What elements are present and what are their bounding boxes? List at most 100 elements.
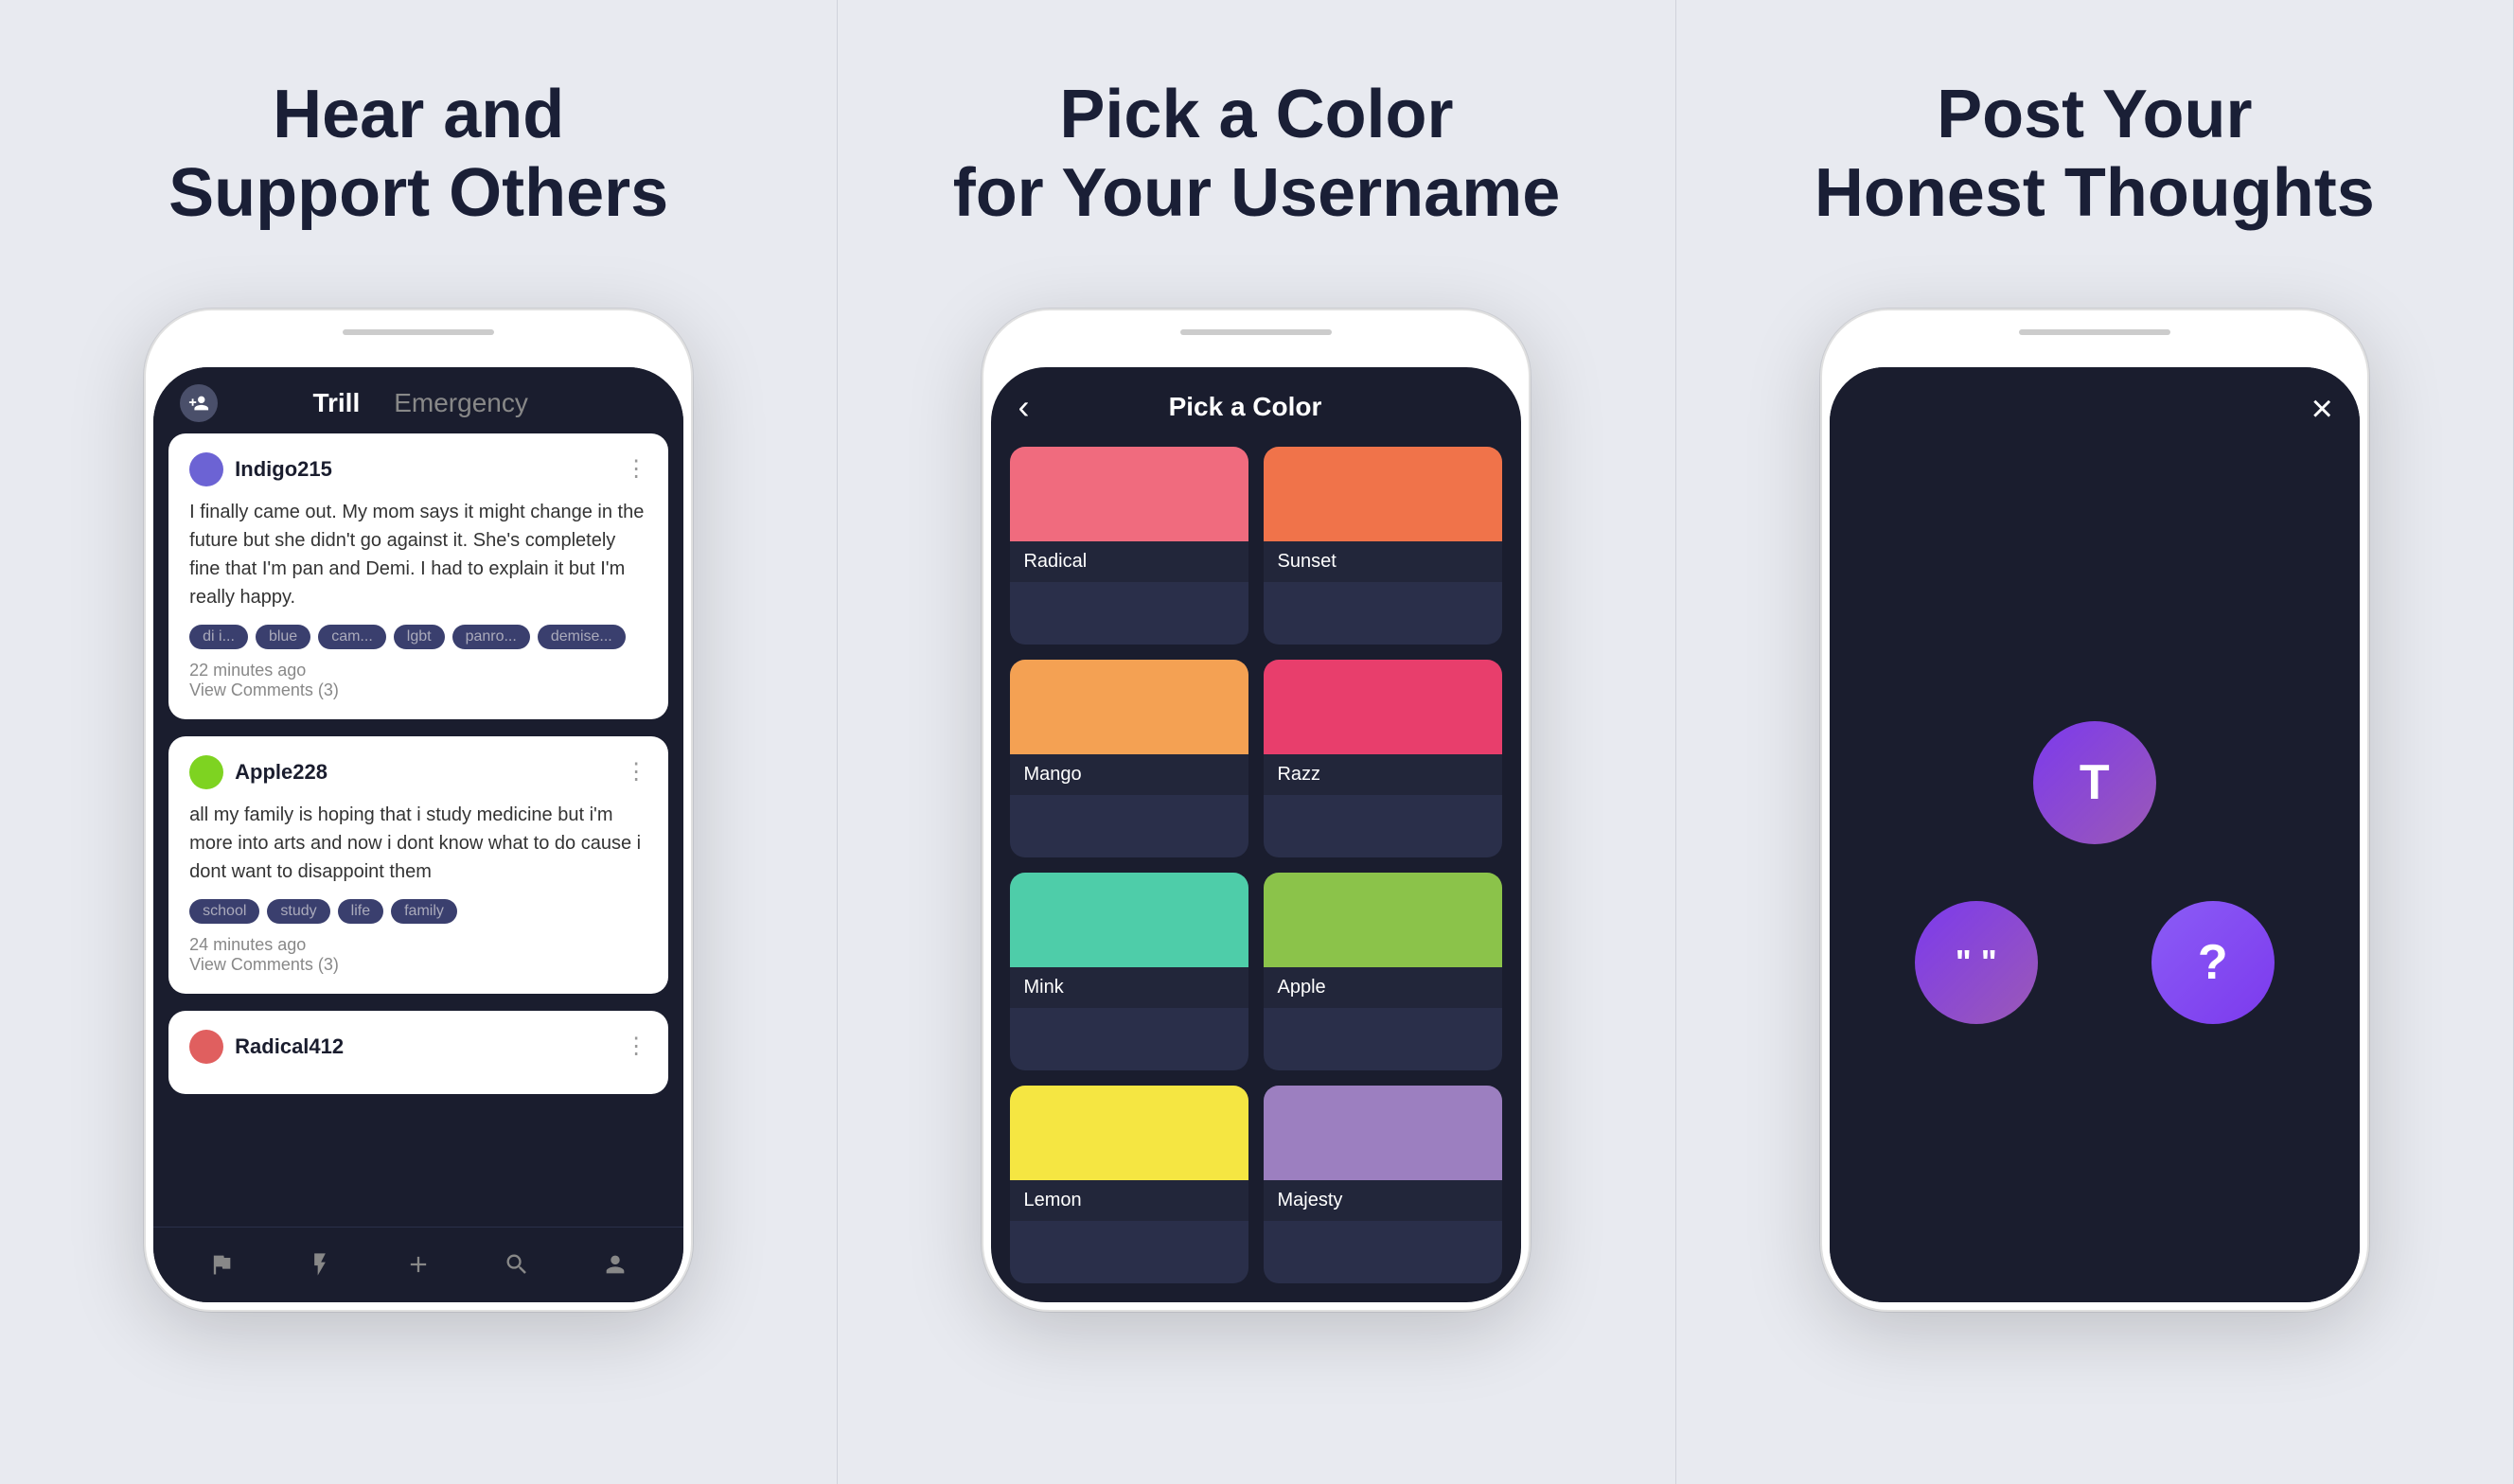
post1-text: I finally came out. My mom says it might… [189,498,647,611]
thought-row-2: " " ? [1915,901,2275,1024]
color-apple[interactable]: Apple [1264,873,1502,1070]
phone-3-screen: × T " " ? [1830,367,2360,1302]
post-feed: Indigo215 ⋮ I finally came out. My mom s… [153,433,683,1170]
thought-row-1: T [2033,721,2156,844]
bubble-question[interactable]: ? [2151,901,2275,1024]
post1-menu[interactable]: ⋮ [625,455,647,483]
tag[interactable]: cam... [318,625,386,649]
panel3-title: Post YourHonest Thoughts [1815,76,2375,233]
majesty-label: Majesty [1264,1180,1502,1221]
post2-tags: school study life family [189,899,647,924]
post1-tags: di i... blue cam... lgbt panro... demise… [189,625,647,649]
user1-dot [189,452,223,486]
user3-name: Radical412 [235,1034,344,1059]
post1-time: 22 minutes ago [189,661,647,680]
bottom-nav [153,1227,683,1302]
tab-trill[interactable]: Trill [312,388,360,418]
bubble-quote[interactable]: " " [1915,901,2038,1024]
thought-area: T " " ? [1830,443,2360,1302]
color-header: ‹ Pick a Color [991,367,1521,439]
tag[interactable]: school [189,899,259,924]
lemon-swatch [1010,1086,1248,1180]
post-card-1: Indigo215 ⋮ I finally came out. My mom s… [168,433,668,719]
tag[interactable]: demise... [538,625,626,649]
color-radical[interactable]: Radical [1010,447,1248,645]
tab-emergency[interactable]: Emergency [394,388,528,418]
majesty-swatch [1264,1086,1502,1180]
user3-dot [189,1030,223,1064]
mango-swatch [1010,660,1248,754]
bubble-t[interactable]: T [2033,721,2156,844]
back-button[interactable]: ‹ [1018,390,1029,424]
tag[interactable]: blue [256,625,310,649]
post3-header: Radical412 ⋮ [189,1030,647,1064]
post2-menu[interactable]: ⋮ [625,758,647,786]
panel-hear-support: Hear andSupport Others Trill Emergency [0,0,838,1484]
radical-swatch [1010,447,1248,541]
user2-name: Apple228 [235,760,328,785]
post2-footer: 24 minutes ago View Comments (3) [189,935,647,975]
post3-user: Radical412 [189,1030,344,1064]
post2-user: Apple228 [189,755,328,789]
color-mango[interactable]: Mango [1010,660,1248,857]
post1-comments[interactable]: View Comments (3) [189,680,647,700]
tag[interactable]: study [267,899,329,924]
nav-bolt-icon[interactable] [303,1247,337,1281]
color-mink[interactable]: Mink [1010,873,1248,1070]
post1-user: Indigo215 [189,452,332,486]
mink-swatch [1010,873,1248,967]
apple-label: Apple [1264,967,1502,1008]
post2-text: all my family is hoping that i study med… [189,801,647,886]
phone-1: Trill Emergency Indigo215 ⋮ I fin [144,309,693,1312]
post2-comments[interactable]: View Comments (3) [189,955,647,975]
tag[interactable]: family [391,899,457,924]
color-lemon[interactable]: Lemon [1010,1086,1248,1283]
post-screen-header: × [1830,367,2360,443]
panel2-title: Pick a Colorfor Your Username [953,76,1561,233]
post3-menu[interactable]: ⋮ [625,1033,647,1060]
color-majesty[interactable]: Majesty [1264,1086,1502,1283]
tag[interactable]: life [338,899,383,924]
user2-dot [189,755,223,789]
color-screen-title: Pick a Color [1029,392,1461,422]
tag[interactable]: di i... [189,625,248,649]
apple-swatch [1264,873,1502,967]
phone-3: × T " " ? [1820,309,2369,1312]
add-friend-icon[interactable] [180,384,218,422]
post-thought-screen: × T " " ? [1830,367,2360,1302]
nav-person-icon[interactable] [598,1247,632,1281]
razz-label: Razz [1264,754,1502,795]
tag[interactable]: lgbt [394,625,445,649]
color-grid: Radical Sunset Mango Razz [991,439,1521,1302]
lemon-label: Lemon [1010,1180,1248,1221]
nav-plus-icon[interactable] [401,1247,435,1281]
post1-header: Indigo215 ⋮ [189,452,647,486]
user1-name: Indigo215 [235,457,332,482]
radical-label: Radical [1010,541,1248,582]
phone-2-screen: ‹ Pick a Color Radical Sunset [991,367,1521,1302]
sunset-label: Sunset [1264,541,1502,582]
panel-pick-color: Pick a Colorfor Your Username ‹ Pick a C… [838,0,1675,1484]
color-picker-screen: ‹ Pick a Color Radical Sunset [991,367,1521,1302]
close-button[interactable]: × [2310,390,2332,428]
tag[interactable]: panro... [452,625,530,649]
post-card-2: Apple228 ⋮ all my family is hoping that … [168,736,668,994]
sunset-swatch [1264,447,1502,541]
phone-2: ‹ Pick a Color Radical Sunset [982,309,1531,1312]
panel-post-thoughts: Post YourHonest Thoughts × T " " ? [1676,0,2514,1484]
post2-time: 24 minutes ago [189,935,647,955]
phone-1-screen: Trill Emergency Indigo215 ⋮ I fin [153,367,683,1302]
panel1-title: Hear andSupport Others [168,76,668,233]
post2-header: Apple228 ⋮ [189,755,647,789]
mink-label: Mink [1010,967,1248,1008]
post-card-3: Radical412 ⋮ [168,1011,668,1094]
feed-tabs: Trill Emergency [312,388,527,418]
color-sunset[interactable]: Sunset [1264,447,1502,645]
color-razz[interactable]: Razz [1264,660,1502,857]
nav-search-icon[interactable] [500,1247,534,1281]
post1-footer: 22 minutes ago View Comments (3) [189,661,647,700]
nav-flag-icon[interactable] [204,1247,239,1281]
razz-swatch [1264,660,1502,754]
phone1-header: Trill Emergency [153,367,683,433]
mango-label: Mango [1010,754,1248,795]
